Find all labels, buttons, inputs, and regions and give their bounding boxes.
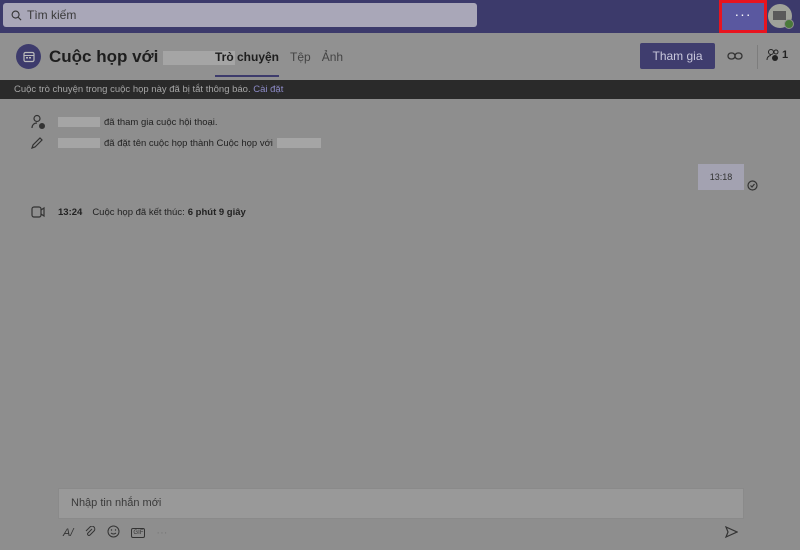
- people-icon: [766, 49, 779, 61]
- seen-check-icon: [747, 178, 758, 196]
- divider: [757, 45, 758, 69]
- pencil-icon: [30, 136, 58, 150]
- top-bar: Tìm kiếm ···: [0, 0, 800, 33]
- event-time: 13:24: [58, 206, 83, 218]
- muted-banner: Cuộc trò chuyện trong cuộc họp này đã bị…: [0, 80, 800, 99]
- redacted-name: [58, 117, 100, 127]
- person-add-icon: [30, 114, 58, 130]
- format-icon[interactable]: A/: [63, 527, 73, 539]
- more-options-button[interactable]: ···: [719, 0, 767, 33]
- search-icon: [11, 10, 22, 20]
- page-title: Cuộc họp với: [49, 47, 236, 67]
- chat-header: Cuộc họp với Trò chuyện Tệp Ảnh Tham gia…: [0, 33, 800, 80]
- meeting-calendar-icon: [16, 44, 41, 69]
- message-input[interactable]: Nhập tin nhắn mới: [58, 488, 744, 519]
- gif-button[interactable]: GIF: [131, 528, 146, 538]
- emoji-icon[interactable]: [107, 525, 120, 541]
- attach-icon[interactable]: [84, 525, 96, 541]
- more-tools-button[interactable]: ···: [156, 527, 167, 539]
- settings-link[interactable]: Cài đặt: [253, 84, 283, 95]
- monitor-icon: [773, 11, 786, 20]
- redacted-name: [58, 138, 100, 148]
- avatar[interactable]: [768, 4, 794, 29]
- participants-button[interactable]: 1: [766, 48, 788, 62]
- event-text: đã đặt tên cuộc họp thành Cuộc họp với: [104, 137, 273, 149]
- message-bubble[interactable]: 13:18: [698, 164, 744, 190]
- redacted-name: [276, 138, 321, 148]
- tab-photos[interactable]: Ảnh: [322, 50, 343, 77]
- status-available-icon: [784, 19, 794, 29]
- event-renamed: đã đặt tên cuộc họp thành Cuộc họp với: [30, 136, 321, 150]
- event-duration: 6 phút 9 giây: [187, 206, 246, 218]
- search-placeholder: Tìm kiếm: [27, 8, 77, 22]
- event-meeting-ended: 13:24 Cuộc họp đã kết thúc: 6 phút 9 giâ…: [30, 205, 246, 219]
- banner-text: Cuộc trò chuyện trong cuộc họp này đã bị…: [14, 84, 251, 95]
- tab-files[interactable]: Tệp: [290, 50, 311, 77]
- participant-count: 1: [782, 49, 789, 61]
- event-text: đã tham gia cuộc hội thoại.: [104, 116, 218, 128]
- tab-chat[interactable]: Trò chuyện: [215, 50, 280, 77]
- join-button[interactable]: Tham gia: [640, 43, 715, 69]
- send-icon[interactable]: [724, 525, 739, 544]
- event-text: Cuộc họp đã kết thúc:: [92, 206, 185, 218]
- event-joined: đã tham gia cuộc hội thoại.: [30, 114, 218, 130]
- title-text: Cuộc họp với: [49, 47, 159, 66]
- video-camera-icon: [30, 205, 58, 219]
- search-input[interactable]: Tìm kiếm: [3, 3, 477, 27]
- link-icon[interactable]: [727, 49, 743, 64]
